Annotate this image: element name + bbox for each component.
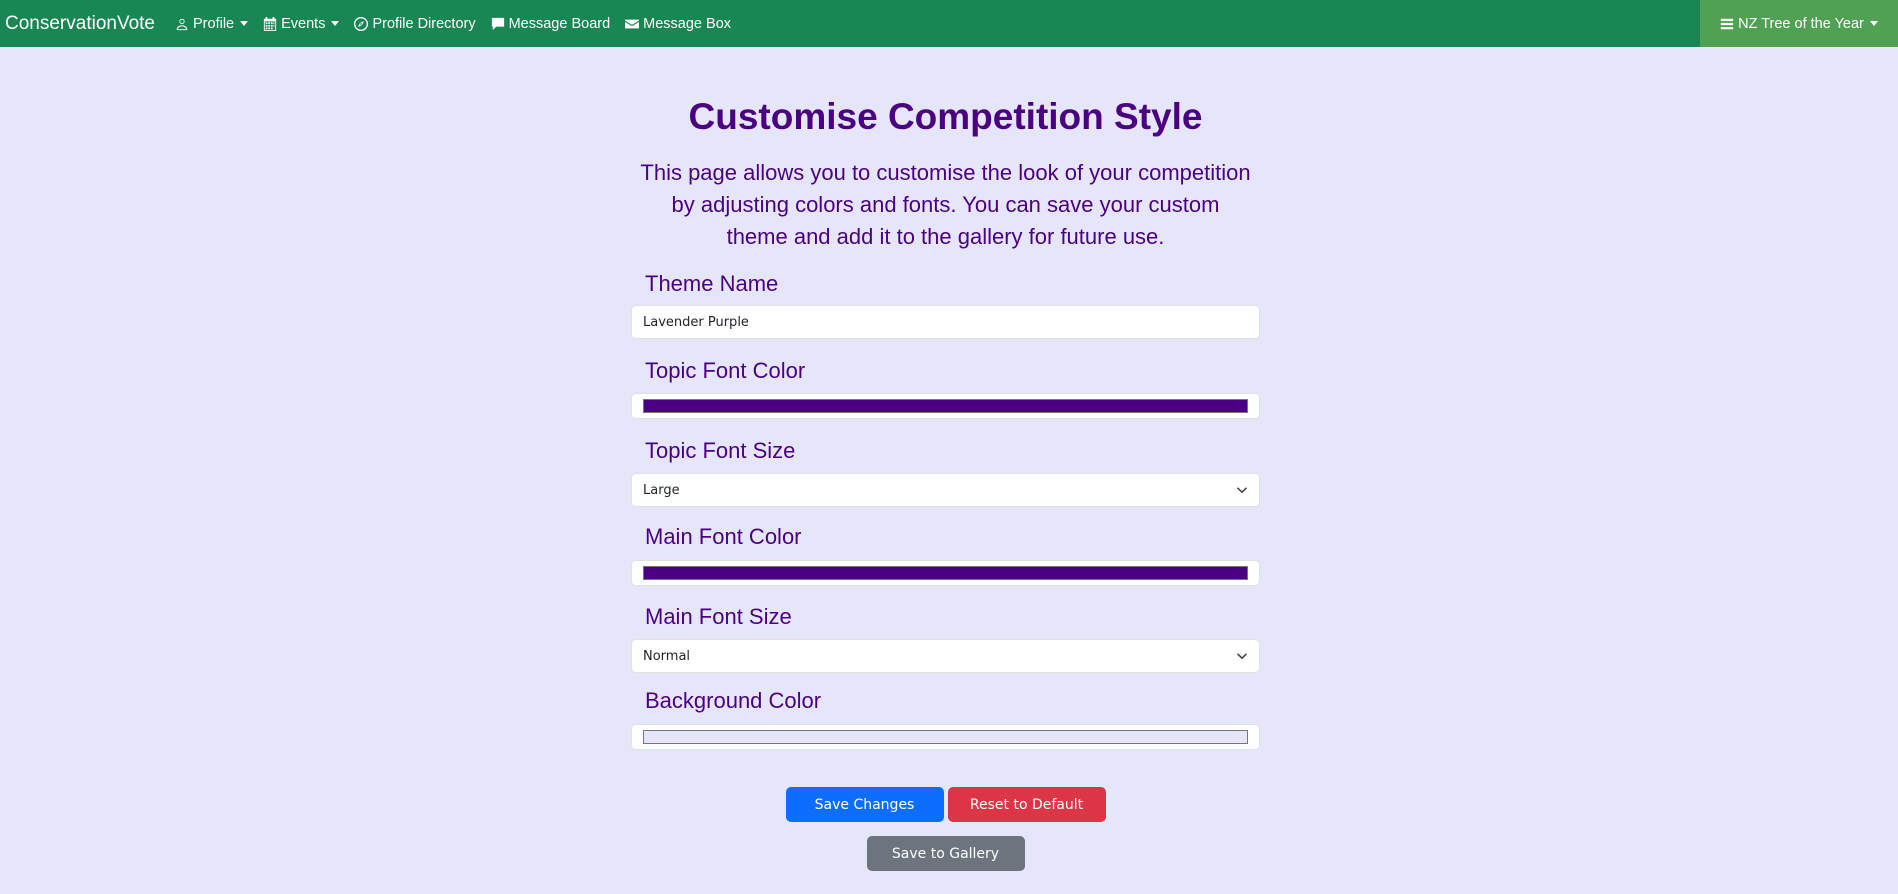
- topic-font-color-label: Topic Font Color: [645, 358, 806, 383]
- page-description: This page allows you to customise the lo…: [640, 160, 1251, 249]
- page-title: Customise Competition Style: [688, 96, 1203, 137]
- save-to-gallery-button[interactable]: Save to Gallery: [866, 836, 1025, 871]
- topic-font-size-value: Large: [643, 482, 680, 498]
- nav-profile-directory[interactable]: Profile Directory: [354, 15, 476, 32]
- user-icon: [176, 18, 188, 30]
- main-font-color-swatch: [643, 566, 1248, 580]
- nav-competition-dropdown[interactable]: NZ Tree of the Year: [1700, 0, 1898, 47]
- main-font-color-label: Main Font Color: [645, 524, 802, 549]
- chevron-down-icon: [1236, 653, 1248, 660]
- nav-message-board-label: Message Board: [508, 15, 611, 32]
- background-color-label: Background Color: [645, 688, 822, 713]
- main-font-size-group: Main Font Size Normal: [631, 602, 1260, 673]
- topic-font-color-swatch: [643, 399, 1248, 413]
- calendar-icon: [263, 16, 277, 31]
- background-color-swatch: [643, 730, 1248, 744]
- gallery-button-row: Save to Gallery: [631, 836, 1260, 871]
- chevron-down-icon: [1236, 487, 1248, 494]
- chat-icon: [491, 17, 504, 30]
- topic-font-color-group: Topic Font Color: [631, 356, 1260, 419]
- nav-profile[interactable]: Profile: [175, 15, 249, 32]
- reset-default-button[interactable]: Reset to Default: [947, 787, 1106, 822]
- caret-down-icon: [1869, 21, 1878, 26]
- theme-name-group: Theme Name Lavender Purple: [631, 269, 1260, 339]
- navbar: ConservationVote Profile Events Profile …: [0, 0, 1898, 47]
- nav-profile-directory-label: Profile Directory: [372, 15, 476, 32]
- main-font-color-group: Main Font Color: [631, 522, 1260, 586]
- nav-events[interactable]: Events: [263, 15, 340, 32]
- topic-font-color-picker[interactable]: [631, 393, 1260, 419]
- topic-font-size-select[interactable]: Large: [631, 473, 1260, 507]
- nav-events-label: Events: [281, 15, 326, 32]
- background-color-group: Background Color: [631, 686, 1260, 750]
- nav-message-box-label: Message Box: [643, 15, 732, 32]
- background-color-picker[interactable]: [631, 724, 1260, 750]
- caret-down-icon: [331, 21, 340, 26]
- nav-profile-label: Profile: [193, 15, 235, 32]
- nav-message-box[interactable]: Message Box: [625, 16, 731, 32]
- main-font-size-select[interactable]: Normal: [631, 639, 1260, 673]
- theme-name-value: Lavender Purple: [643, 314, 749, 330]
- topic-font-size-group: Topic Font Size Large: [631, 436, 1260, 507]
- envelope-icon: [625, 19, 640, 28]
- main-font-size-label: Main Font Size: [645, 604, 792, 629]
- style-form: Customise Competition Style This page al…: [631, 47, 1260, 871]
- topic-font-size-label: Topic Font Size: [645, 438, 796, 463]
- list-icon: [1721, 18, 1734, 29]
- compass-icon: [354, 16, 369, 31]
- main-font-color-picker[interactable]: [631, 560, 1260, 586]
- save-changes-button[interactable]: Save Changes: [785, 787, 944, 822]
- main-font-size-value: Normal: [643, 648, 691, 664]
- brand-link[interactable]: ConservationVote: [5, 13, 155, 35]
- nav-competition-label: NZ Tree of the Year: [1738, 15, 1864, 32]
- caret-down-icon: [240, 21, 249, 26]
- action-buttons: Save Changes Reset to Default: [631, 787, 1260, 822]
- nav-message-board[interactable]: Message Board: [491, 15, 611, 32]
- theme-name-label: Theme Name: [645, 271, 779, 296]
- theme-name-input[interactable]: Lavender Purple: [631, 305, 1260, 339]
